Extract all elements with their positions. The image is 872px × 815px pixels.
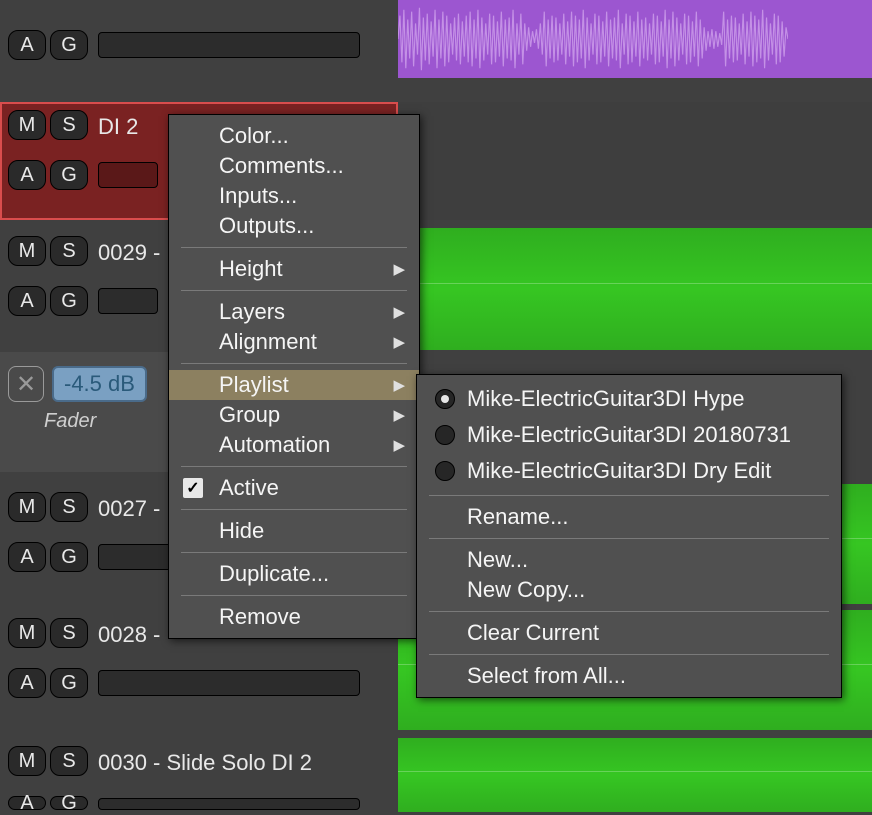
- chevron-right-icon: ▶: [393, 333, 405, 351]
- menu-separator: [429, 611, 829, 612]
- automation-button[interactable]: A: [8, 542, 46, 572]
- audio-clip[interactable]: [398, 0, 872, 78]
- menu-separator: [181, 363, 407, 364]
- menu-item-new[interactable]: New...: [417, 545, 841, 575]
- volume-slider[interactable]: [98, 32, 360, 58]
- menu-separator: [429, 654, 829, 655]
- radio-icon: [435, 461, 455, 481]
- track-name: DI 2: [98, 114, 138, 140]
- group-button[interactable]: G: [50, 286, 88, 316]
- waveform-icon: [398, 0, 788, 78]
- track-name: DI 1: [98, 0, 138, 2]
- track-name: 0029 -: [98, 240, 160, 266]
- menu-separator: [429, 538, 829, 539]
- playlist-option[interactable]: Mike-ElectricGuitar3DI 20180731: [417, 417, 841, 453]
- menu-item-outputs[interactable]: Outputs...: [169, 211, 419, 241]
- menu-item-alignment[interactable]: Alignment▶: [169, 327, 419, 357]
- radio-icon: [435, 425, 455, 445]
- group-button[interactable]: G: [50, 30, 88, 60]
- solo-button[interactable]: S: [50, 618, 88, 648]
- mute-button[interactable]: M: [8, 236, 46, 266]
- solo-button[interactable]: S: [50, 492, 88, 522]
- volume-slider[interactable]: [98, 288, 158, 314]
- menu-separator: [181, 247, 407, 248]
- chevron-right-icon: ▶: [393, 376, 405, 394]
- playlist-submenu[interactable]: Mike-ElectricGuitar3DI Hype Mike-Electri…: [416, 374, 842, 698]
- menu-item-new-copy[interactable]: New Copy...: [417, 575, 841, 605]
- solo-button[interactable]: S: [50, 110, 88, 140]
- automation-button[interactable]: A: [8, 796, 46, 810]
- menu-item-layers[interactable]: Layers▶: [169, 297, 419, 327]
- menu-item-hide[interactable]: Hide: [169, 516, 419, 546]
- menu-separator: [181, 595, 407, 596]
- mute-button[interactable]: M: [8, 746, 46, 776]
- track-name: 0030 - Slide Solo DI 2: [98, 750, 312, 776]
- track-name: 0028 -: [98, 622, 160, 648]
- automation-button[interactable]: A: [8, 30, 46, 60]
- chevron-right-icon: ▶: [393, 406, 405, 424]
- playlist-option[interactable]: Mike-ElectricGuitar3DI Hype: [417, 381, 841, 417]
- group-button[interactable]: G: [50, 160, 88, 190]
- fader-label: Fader: [44, 410, 96, 433]
- menu-separator: [181, 552, 407, 553]
- chevron-right-icon: ▶: [393, 436, 405, 454]
- automation-button[interactable]: A: [8, 668, 46, 698]
- solo-button[interactable]: S: [50, 236, 88, 266]
- fader-value[interactable]: -4.5 dB: [52, 366, 147, 402]
- mute-button[interactable]: M: [8, 492, 46, 522]
- menu-separator: [181, 509, 407, 510]
- menu-item-color[interactable]: Color...: [169, 121, 419, 151]
- group-button[interactable]: G: [50, 668, 88, 698]
- chevron-right-icon: ▶: [393, 303, 405, 321]
- menu-item-comments[interactable]: Comments...: [169, 151, 419, 181]
- track-context-menu[interactable]: Color... Comments... Inputs... Outputs..…: [168, 114, 420, 639]
- menu-item-remove[interactable]: Remove: [169, 602, 419, 632]
- automation-button[interactable]: A: [8, 160, 46, 190]
- menu-item-duplicate[interactable]: Duplicate...: [169, 559, 419, 589]
- menu-separator: [429, 495, 829, 496]
- track-header[interactable]: M S 0030 - Slide Solo DI 2 A G: [0, 738, 398, 812]
- volume-slider[interactable]: [98, 670, 360, 696]
- menu-item-clear-current[interactable]: Clear Current: [417, 618, 841, 648]
- menu-item-group[interactable]: Group▶: [169, 400, 419, 430]
- menu-item-active[interactable]: ✓Active: [169, 473, 419, 503]
- automation-button[interactable]: A: [8, 286, 46, 316]
- audio-clip[interactable]: [398, 738, 872, 812]
- track-name: 0027 -: [98, 496, 160, 522]
- group-button[interactable]: G: [50, 542, 88, 572]
- mute-button[interactable]: M: [8, 110, 46, 140]
- menu-separator: [181, 290, 407, 291]
- empty-clip-lane[interactable]: [398, 102, 872, 220]
- mute-button[interactable]: M: [8, 618, 46, 648]
- menu-item-rename[interactable]: Rename...: [417, 502, 841, 532]
- menu-item-playlist[interactable]: Playlist▶: [169, 370, 419, 400]
- menu-item-select-from-all[interactable]: Select from All...: [417, 661, 841, 691]
- radio-selected-icon: [435, 389, 455, 409]
- menu-item-height[interactable]: Height▶: [169, 254, 419, 284]
- group-button[interactable]: G: [50, 796, 88, 810]
- track-header[interactable]: M S DI 1 A G: [0, 0, 398, 78]
- volume-slider[interactable]: [98, 162, 158, 188]
- playlist-option[interactable]: Mike-ElectricGuitar3DI Dry Edit: [417, 453, 841, 489]
- volume-slider[interactable]: [98, 798, 360, 810]
- solo-button[interactable]: S: [50, 746, 88, 776]
- close-icon[interactable]: ✕: [8, 366, 44, 402]
- menu-item-inputs[interactable]: Inputs...: [169, 181, 419, 211]
- checkmark-icon: ✓: [183, 478, 203, 498]
- menu-item-automation[interactable]: Automation▶: [169, 430, 419, 460]
- menu-separator: [181, 466, 407, 467]
- chevron-right-icon: ▶: [393, 260, 405, 278]
- audio-clip[interactable]: [398, 228, 872, 350]
